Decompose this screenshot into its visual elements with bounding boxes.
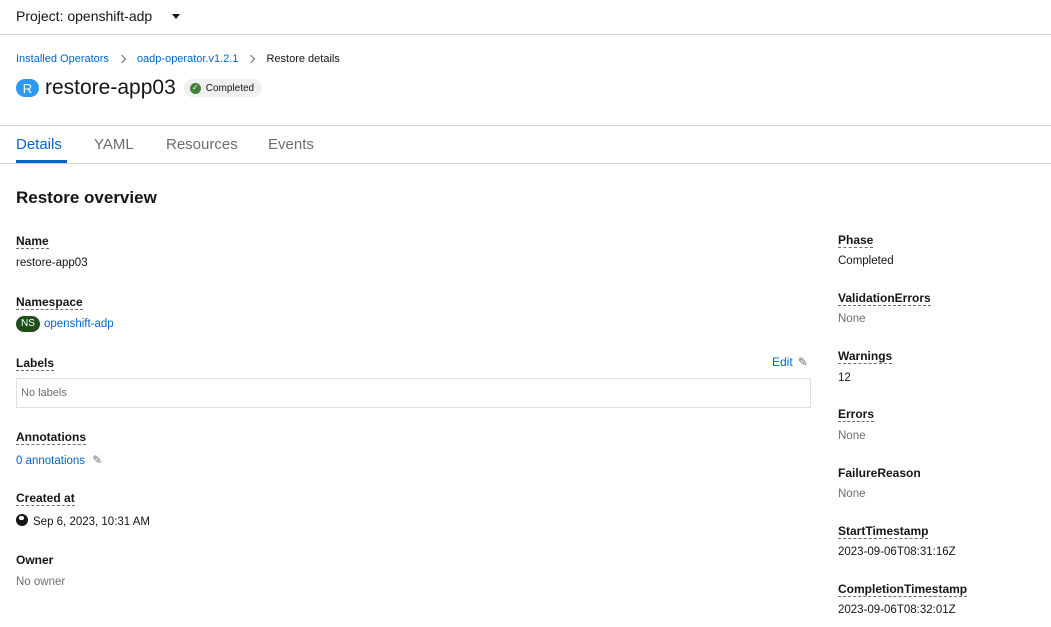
created-timestamp: Sep 6, 2023, 10:31 AM	[33, 516, 151, 528]
namespace-value: NS openshift-adp	[16, 316, 114, 332]
labels-label[interactable]: Labels	[16, 356, 55, 371]
tab-details[interactable]: Details	[16, 136, 62, 153]
errors-label[interactable]: Errors	[838, 407, 875, 422]
pencil-icon: ✎	[797, 355, 808, 369]
tab-bar: Details YAML Resources Events	[0, 125, 1051, 164]
tab-resources[interactable]: Resources	[166, 136, 238, 153]
completion-timestamp-label[interactable]: CompletionTimestamp	[838, 582, 968, 597]
owner-value: No owner	[16, 576, 66, 588]
annotations-label[interactable]: Annotations	[16, 430, 86, 445]
phase-value: Completed	[838, 255, 894, 267]
name-label[interactable]: Name	[16, 234, 49, 249]
name-value: restore-app03	[16, 257, 88, 269]
namespace-badge: NS	[16, 316, 40, 332]
tab-events[interactable]: Events	[268, 136, 314, 153]
created-label[interactable]: Created at	[16, 491, 75, 506]
tab-yaml[interactable]: YAML	[94, 136, 134, 153]
start-timestamp-label[interactable]: StartTimestamp	[838, 524, 929, 539]
chevron-right-icon	[117, 54, 127, 64]
status-badge: ✓ Completed	[183, 79, 263, 97]
warnings-value: 12	[838, 372, 851, 384]
validation-errors-value: None	[838, 313, 866, 325]
validation-errors-label[interactable]: ValidationErrors	[838, 291, 931, 306]
chevron-right-icon	[247, 54, 256, 64]
failure-reason-label: FailureReason	[838, 466, 921, 480]
breadcrumb-current: Restore details	[266, 53, 340, 65]
namespace-link[interactable]: openshift-adp	[44, 318, 114, 330]
annotations-edit-button[interactable]: 0 annotations ✎	[16, 453, 102, 468]
breadcrumb-operator[interactable]: oadp-operator.v1.2.1	[137, 53, 239, 65]
section-title: Restore overview	[16, 188, 157, 207]
breadcrumb-installed-operators[interactable]: Installed Operators	[16, 53, 109, 65]
check-circle-icon: ✓	[189, 82, 201, 94]
start-timestamp-value: 2023-09-06T08:31:16Z	[838, 546, 956, 558]
project-label: Project: openshift-adp	[16, 8, 153, 24]
created-value: Sep 6, 2023, 10:31 AM	[16, 514, 150, 529]
caret-down-icon	[172, 13, 181, 19]
failure-reason-value: None	[838, 488, 866, 500]
project-bar: Project: openshift-adp	[0, 0, 1051, 35]
page-title: restore-app03	[45, 76, 176, 99]
completion-timestamp-value: 2023-09-06T08:32:01Z	[838, 604, 956, 616]
breadcrumb: Installed Operators oadp-operator.v1.2.1…	[16, 52, 340, 66]
namespace-label[interactable]: Namespace	[16, 295, 83, 310]
edit-label: Edit	[772, 355, 793, 369]
errors-value: None	[838, 430, 866, 442]
globe-icon	[16, 514, 28, 526]
labels-edit-button[interactable]: Edit ✎	[772, 355, 808, 369]
warnings-label[interactable]: Warnings	[838, 349, 893, 364]
annotations-link: 0 annotations	[16, 455, 86, 467]
project-selector[interactable]: Project: openshift-adp	[16, 6, 181, 26]
labels-value: No labels	[21, 387, 67, 399]
owner-label: Owner	[16, 553, 54, 567]
resource-badge: R	[16, 79, 39, 97]
active-tab-indicator	[16, 160, 67, 163]
page-title-row: R restore-app03 ✓ Completed	[16, 74, 263, 102]
status-text: Completed	[205, 82, 255, 94]
labels-box: No labels	[16, 378, 811, 408]
pencil-icon: ✎	[92, 453, 103, 467]
phase-label[interactable]: Phase	[838, 233, 874, 248]
